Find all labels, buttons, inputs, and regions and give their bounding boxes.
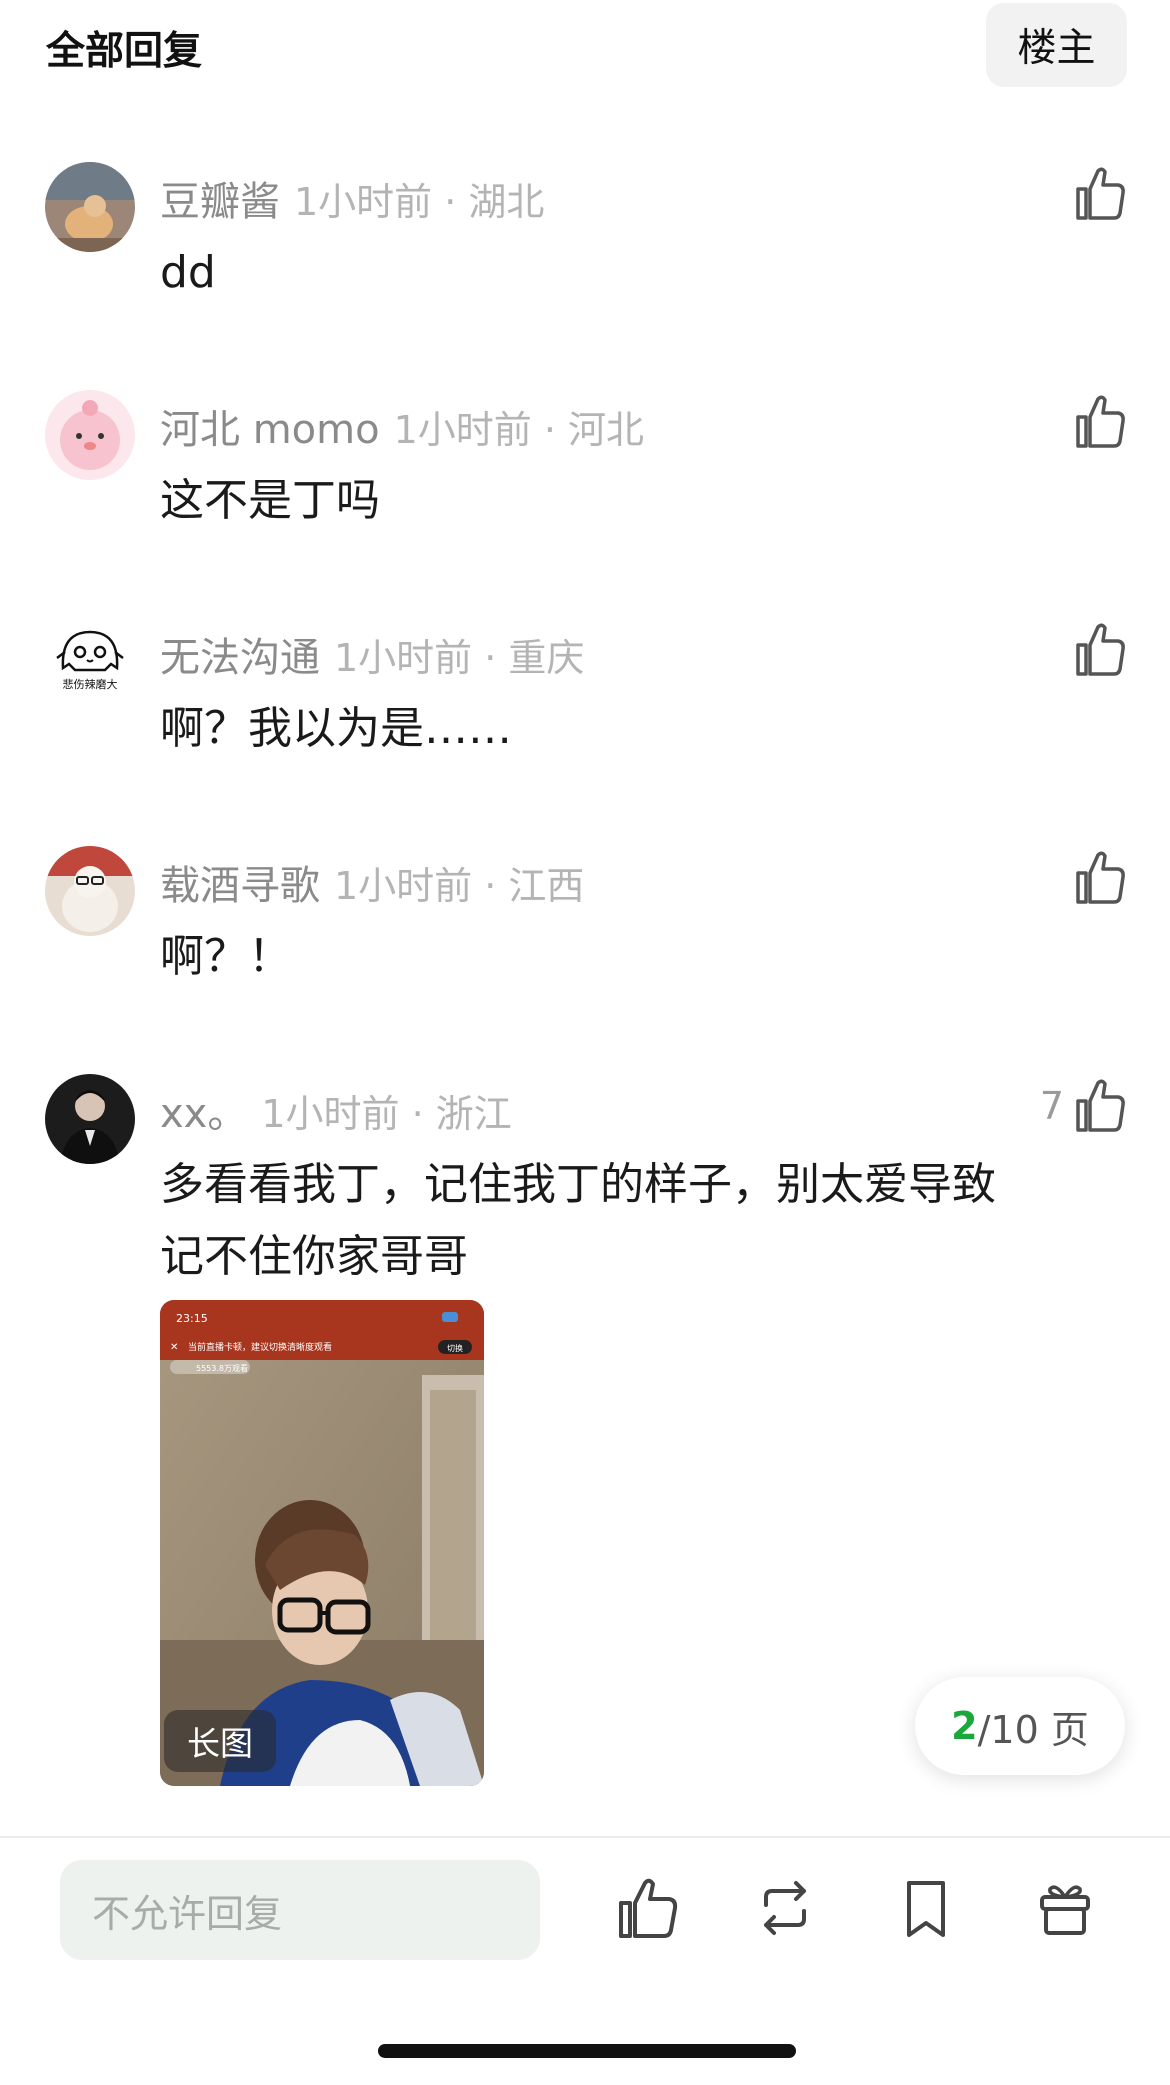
username[interactable]: 河北 momo [160, 407, 380, 453]
time-location: 1小时前 · 江西 [334, 864, 585, 908]
username[interactable]: xx。 [160, 1091, 247, 1137]
op-filter-button[interactable]: 楼主 [986, 3, 1127, 87]
comment-text: dd [160, 247, 216, 298]
reply-input[interactable]: 不允许回复 [60, 1860, 540, 1960]
avatar[interactable] [45, 162, 135, 252]
thumbs-up-icon [1076, 1079, 1125, 1132]
divider [0, 1836, 1170, 1838]
comment-item: 河北 momo 1小时前 · 河北 这不是丁吗 [0, 390, 1170, 573]
comment-item: 悲伤辣磨大 无法沟通 1小时前 · 重庆 啊？我以为是…… [0, 618, 1170, 801]
like-button[interactable] [1064, 393, 1128, 451]
repost-icon[interactable] [752, 1875, 818, 1941]
like-button[interactable] [1064, 849, 1128, 907]
thumbs-up-icon[interactable] [615, 1875, 681, 1941]
gift-icon[interactable] [1032, 1875, 1098, 1941]
comment-text: 这不是丁吗 [160, 475, 380, 526]
comment-image[interactable]: 23:15 ✕ 当前直播卡顿，建议切换清晰度观看 切换 5553.8万观看 长图 [160, 1300, 484, 1786]
comment-text-line: 记不住你家哥哥 [160, 1231, 468, 1282]
like-count: 7 [1039, 1084, 1064, 1128]
comment-meta: xx。 1小时前 · 浙江 [160, 1081, 512, 1139]
like-button[interactable] [1064, 621, 1128, 679]
thumbs-up-icon [1076, 851, 1125, 904]
header: 全部回复 楼主 [0, 0, 1170, 100]
comment-meta: 无法沟通 1小时前 · 重庆 [160, 625, 584, 683]
viewer-count: 5553.8万观看 [196, 1364, 248, 1373]
home-indicator[interactable] [378, 2044, 796, 2058]
status-time: 23:15 [176, 1312, 208, 1325]
time-location: 1小时前 · 浙江 [261, 1092, 512, 1136]
comment-meta: 河北 momo 1小时前 · 河北 [160, 397, 644, 455]
avatar-text: 悲伤辣磨大 [63, 677, 118, 691]
avatar[interactable] [45, 390, 135, 480]
page-title: 全部回复 [46, 29, 203, 74]
time-location: 1小时前 · 重庆 [334, 636, 585, 680]
long-image-tag: 长图 [164, 1710, 276, 1772]
comment-item: 豆瓣酱 1小时前 · 湖北 dd [0, 162, 1170, 345]
comment-text: 多看看我丁，记住我丁的样子，别太爱导致 记不住你家哥哥 [160, 1149, 1110, 1293]
time-location: 1小时前 · 湖北 [294, 180, 545, 224]
page-current: 2 [951, 1704, 978, 1748]
time-location: 1小时前 · 河北 [393, 408, 645, 452]
avatar[interactable] [45, 846, 135, 936]
banner-button: 切换 [447, 1343, 463, 1353]
username[interactable]: 豆瓣酱 [160, 179, 280, 225]
thumbs-up-icon [1076, 623, 1125, 676]
comment-text: 啊？！ [160, 931, 292, 982]
username[interactable]: 载酒寻歌 [160, 863, 320, 909]
username[interactable]: 无法沟通 [160, 635, 320, 681]
thumbs-up-icon [1076, 167, 1125, 220]
banner-text: 当前直播卡顿，建议切换清晰度观看 [188, 1341, 332, 1353]
avatar[interactable] [45, 1074, 135, 1164]
comment-meta: 豆瓣酱 1小时前 · 湖北 [160, 169, 544, 227]
page-indicator[interactable]: 2/10 页 [915, 1677, 1125, 1775]
page-total: /10 页 [977, 1707, 1089, 1752]
comment-item: 载酒寻歌 1小时前 · 江西 啊？！ [0, 846, 1170, 1029]
comment-text: 啊？我以为是…… [160, 703, 512, 754]
svg-text:✕: ✕ [170, 1342, 178, 1353]
bookmark-icon[interactable] [893, 1875, 959, 1941]
thumbs-up-icon [1076, 395, 1125, 448]
comment-text-line: 多看看我丁，记住我丁的样子，别太爱导致 [160, 1159, 996, 1210]
comment-meta: 载酒寻歌 1小时前 · 江西 [160, 853, 584, 911]
like-button[interactable] [1064, 165, 1128, 223]
avatar[interactable]: 悲伤辣磨大 [45, 618, 135, 708]
like-button[interactable]: 7 [1040, 1077, 1128, 1135]
